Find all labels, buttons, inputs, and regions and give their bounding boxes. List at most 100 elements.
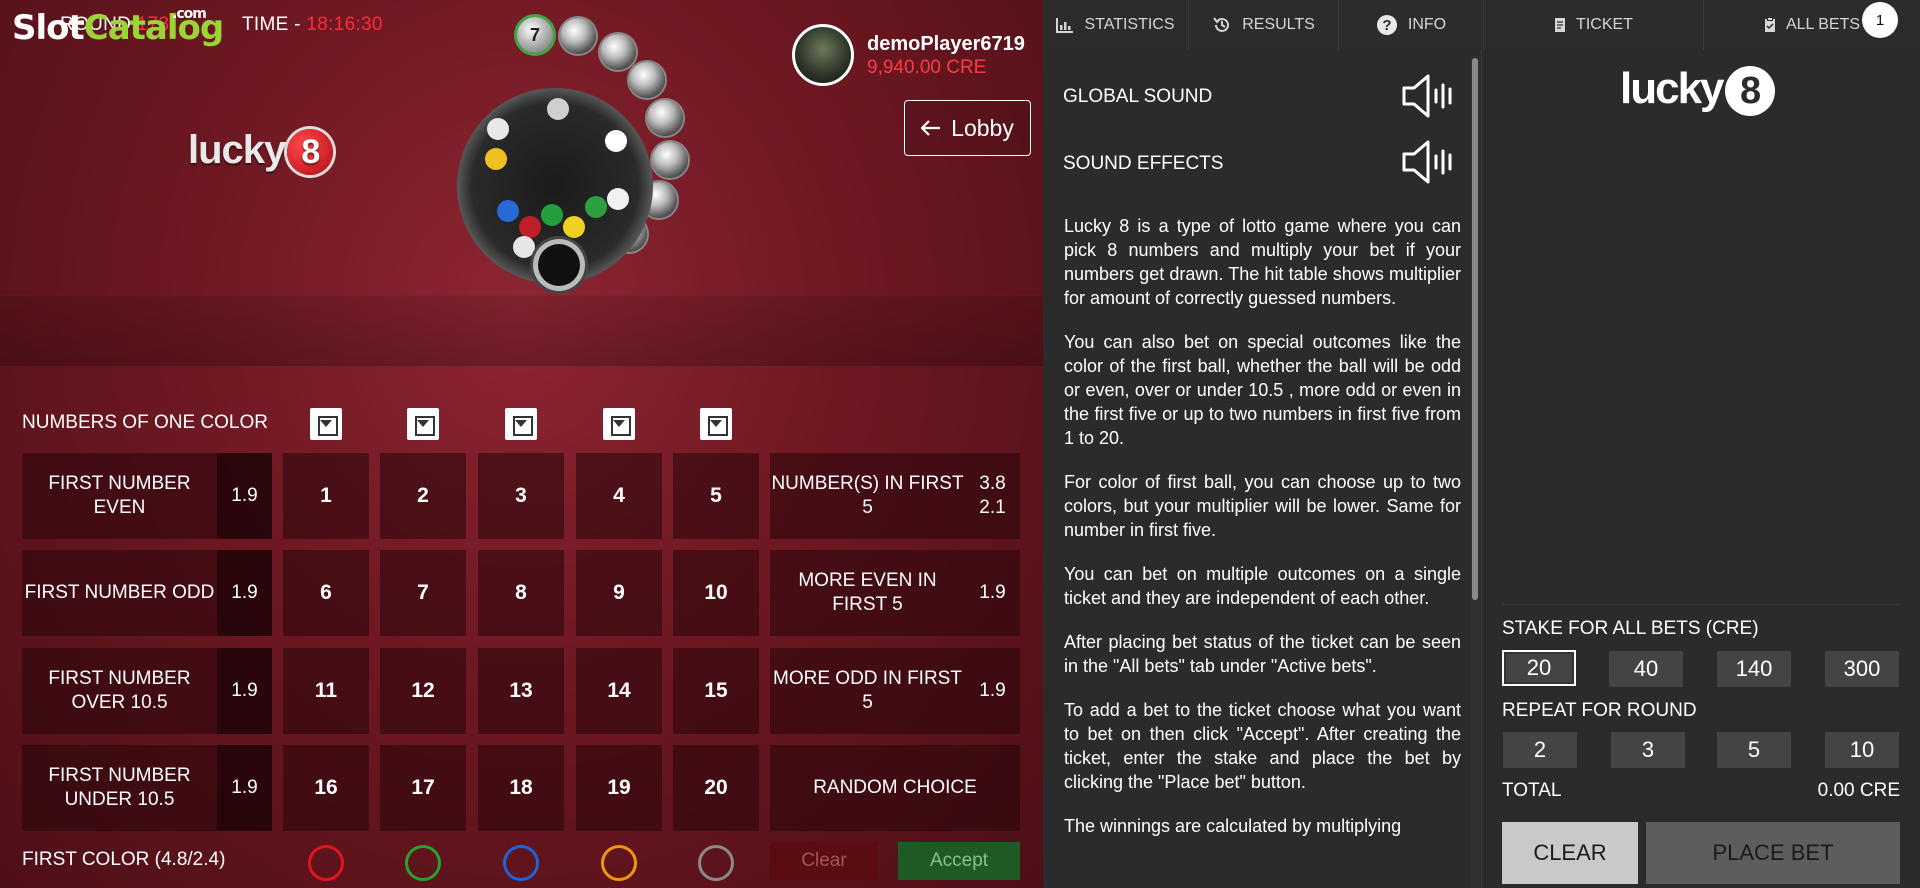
- drum-ball: [541, 204, 563, 226]
- watermark-com: .com: [172, 6, 207, 22]
- rules-paragraph: To add a bet to the ticket choose what y…: [1064, 700, 1461, 792]
- number-cell[interactable]: 18: [478, 745, 564, 831]
- lobby-label: Lobby: [951, 114, 1014, 141]
- bet-more-even-in-first-5[interactable]: MORE EVEN IN FIRST 5 1.9: [770, 550, 1020, 636]
- number-cell[interactable]: 5: [673, 453, 759, 539]
- tab-label: TICKET: [1576, 16, 1633, 33]
- color-blue-option[interactable]: [503, 845, 539, 881]
- arrow-left-icon: [921, 120, 941, 136]
- number-cell[interactable]: 14: [576, 648, 662, 734]
- bet-first-number-over[interactable]: FIRST NUMBER OVER 10.5 1.9: [22, 648, 272, 734]
- color-green-option[interactable]: [405, 845, 441, 881]
- number-cell[interactable]: 4: [576, 453, 662, 539]
- number-cell[interactable]: 11: [283, 648, 369, 734]
- number-cell[interactable]: 10: [673, 550, 759, 636]
- chevron-down-icon: [710, 420, 722, 427]
- number-cell[interactable]: 7: [380, 550, 466, 636]
- bet-first-number-odd[interactable]: FIRST NUMBER ODD 1.9: [22, 550, 272, 636]
- tab-statistics[interactable]: STATISTICS: [1043, 0, 1189, 50]
- option-label: FIRST NUMBER OVER 10.5: [48, 668, 191, 713]
- number-cell[interactable]: 12: [380, 648, 466, 734]
- drum-exit-hole: [538, 244, 580, 286]
- column-color-dropdown[interactable]: [310, 408, 342, 440]
- repeat-label: REPEAT FOR ROUND: [1502, 700, 1697, 721]
- column-color-dropdown[interactable]: [603, 408, 635, 440]
- stake-option[interactable]: 300: [1825, 651, 1899, 687]
- clear-selection-button[interactable]: Clear: [770, 842, 878, 880]
- number-cell[interactable]: 2: [380, 453, 466, 539]
- repeat-option[interactable]: 3: [1611, 732, 1685, 768]
- drum-ball: [513, 236, 535, 258]
- drum-ball: [607, 188, 629, 210]
- stake-label: STAKE FOR ALL BETS (CRE): [1502, 618, 1759, 639]
- number-cell[interactable]: 16: [283, 745, 369, 831]
- drum-ball: [585, 196, 607, 218]
- tab-results[interactable]: RESULTS: [1189, 0, 1339, 50]
- first-color-label: FIRST COLOR (4.8/2.4): [22, 849, 226, 870]
- rules-paragraph: After placing bet status of the ticket c…: [1064, 632, 1461, 676]
- column-color-dropdown[interactable]: [700, 408, 732, 440]
- number-cell[interactable]: 1: [283, 453, 369, 539]
- lobby-button[interactable]: Lobby: [904, 100, 1031, 156]
- clipboard-icon: [1764, 17, 1775, 32]
- column-color-dropdown[interactable]: [407, 408, 439, 440]
- repeat-option[interactable]: 2: [1503, 732, 1577, 768]
- column-color-dropdown[interactable]: [505, 408, 537, 440]
- number-cell[interactable]: 15: [673, 648, 759, 734]
- time-info: TIME - 18:16:30: [242, 14, 383, 36]
- tab-label: RESULTS: [1242, 16, 1315, 33]
- tab-label: STATISTICS: [1084, 16, 1175, 33]
- bar-chart-icon: [1056, 18, 1074, 33]
- color-orange-option[interactable]: [601, 845, 637, 881]
- clear-button[interactable]: CLEAR: [1502, 822, 1638, 884]
- bet-first-number-even[interactable]: FIRST NUMBER EVEN 1.9: [22, 453, 272, 539]
- repeat-option[interactable]: 10: [1825, 732, 1899, 768]
- speaker-global-icon[interactable]: [1398, 68, 1454, 124]
- stake-option[interactable]: 40: [1609, 651, 1683, 687]
- color-grey-option[interactable]: [698, 845, 734, 881]
- drum-ball: [485, 148, 507, 170]
- option-multipliers: 3.8 2.1: [965, 453, 1020, 539]
- option-multiplier: 1.9: [217, 453, 272, 539]
- info-scrollbar-thumb[interactable]: [1472, 58, 1478, 600]
- number-cell[interactable]: 6: [283, 550, 369, 636]
- tab-info[interactable]: ? INFO: [1339, 0, 1484, 50]
- question-icon: ?: [1376, 15, 1397, 35]
- number-cell[interactable]: 8: [478, 550, 564, 636]
- option-multiplier: 1.9: [979, 582, 1006, 603]
- tube-ball: [560, 18, 596, 54]
- number-cell[interactable]: 3: [478, 453, 564, 539]
- number-cell[interactable]: 17: [380, 745, 466, 831]
- tab-ticket[interactable]: TICKET: [1484, 0, 1704, 50]
- total-value: 0.00 CRE: [1817, 780, 1900, 801]
- bet-more-odd-in-first-5[interactable]: MORE ODD IN FIRST 5 1.9: [770, 648, 1020, 734]
- tube-ball: [600, 34, 636, 70]
- ticket-logo-word: lucky: [1620, 64, 1725, 113]
- number-cell[interactable]: 19: [576, 745, 662, 831]
- drum-ball: [519, 216, 541, 238]
- option-label: MORE EVEN IN FIRST 5: [798, 570, 937, 615]
- lucky8-logo: lucky 8: [188, 128, 334, 176]
- option-label: FIRST NUMBER UNDER 10.5: [48, 765, 191, 810]
- repeat-option[interactable]: 5: [1717, 732, 1791, 768]
- number-cell[interactable]: 13: [478, 648, 564, 734]
- stake-option[interactable]: 140: [1717, 651, 1791, 687]
- random-choice-button[interactable]: RANDOM CHOICE: [770, 745, 1020, 831]
- drum-ball: [563, 216, 585, 238]
- speaker-effects-icon[interactable]: [1398, 134, 1454, 190]
- option-multiplier: 1.9: [979, 680, 1006, 701]
- ticket-separator: [1502, 604, 1900, 605]
- number-cell[interactable]: 9: [576, 550, 662, 636]
- bet-numbers-in-first-5[interactable]: NUMBER(S) IN FIRST 5 3.8 2.1: [770, 453, 1020, 539]
- stake-option[interactable]: 20: [1502, 650, 1576, 686]
- accept-button[interactable]: Accept: [898, 842, 1020, 880]
- number-cell[interactable]: 20: [673, 745, 759, 831]
- color-red-option[interactable]: [308, 845, 344, 881]
- option-multiplier: 3.8: [979, 473, 1006, 494]
- watermark-slot: Slot: [12, 8, 85, 48]
- option-label: FIRST NUMBER EVEN: [48, 473, 191, 518]
- place-bet-button[interactable]: PLACE BET: [1646, 822, 1900, 884]
- ticket-logo-digit: 8: [1724, 66, 1775, 117]
- bet-first-number-under[interactable]: FIRST NUMBER UNDER 10.5 1.9: [22, 745, 272, 831]
- avatar: [792, 24, 854, 86]
